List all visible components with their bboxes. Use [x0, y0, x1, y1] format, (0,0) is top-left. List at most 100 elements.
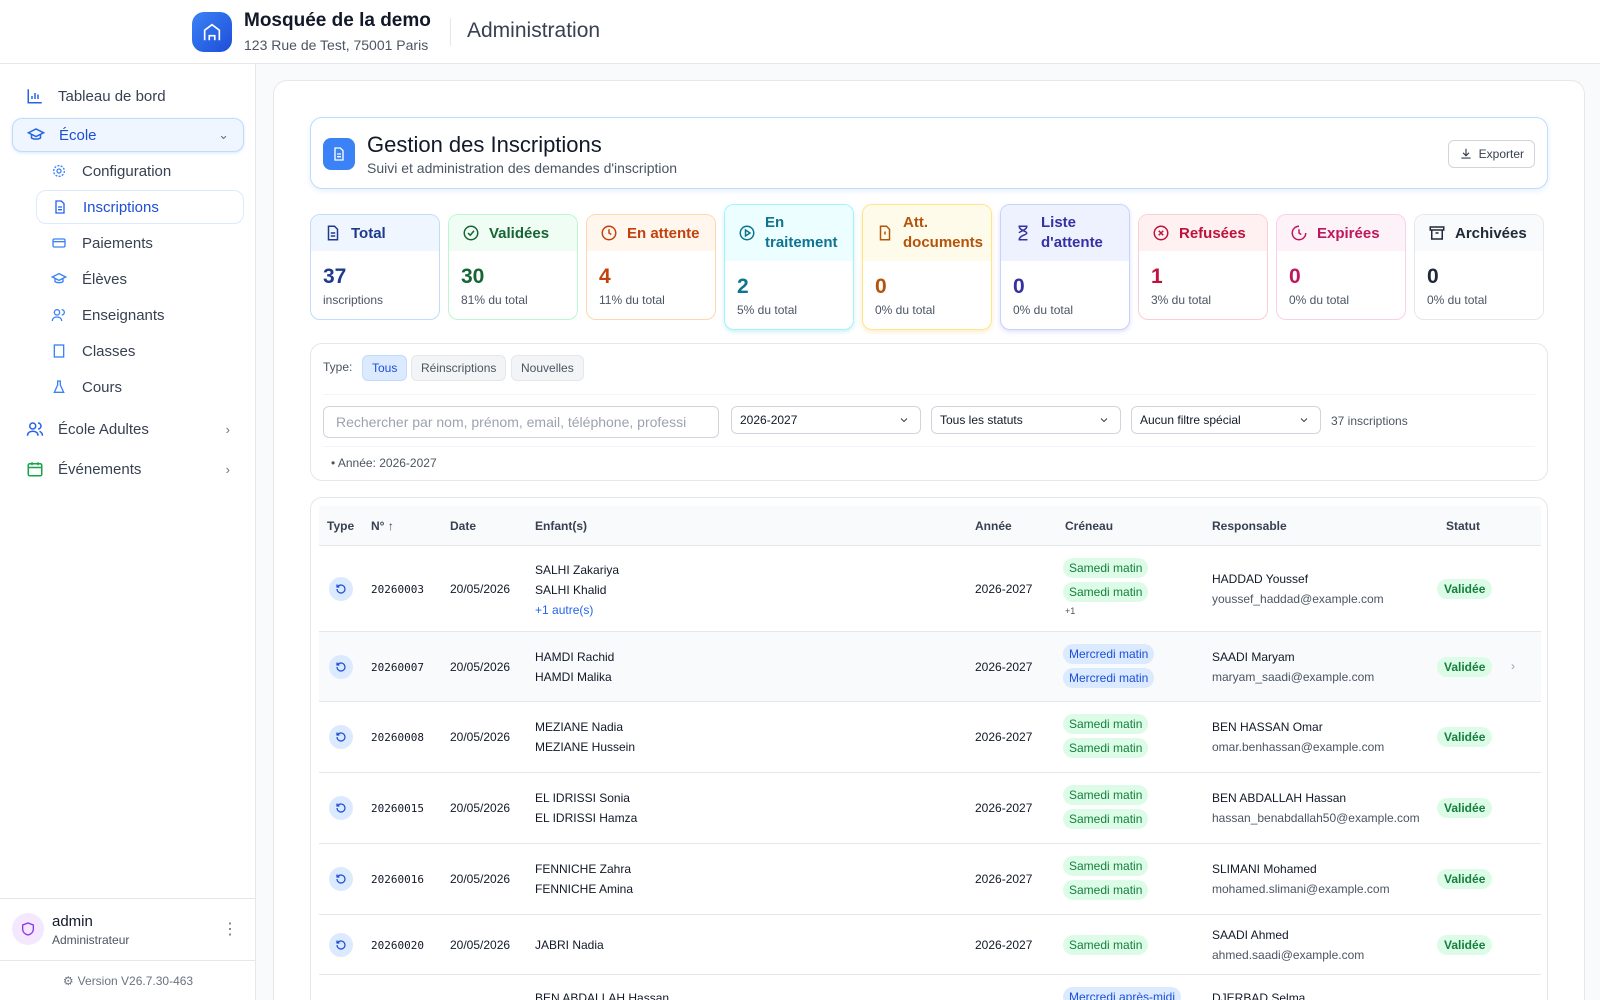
- stat-header: Liste d'attente: [1001, 205, 1129, 261]
- sidebar-item-label: Inscriptions: [83, 198, 159, 216]
- reinscription-icon: [329, 933, 353, 957]
- mosque-logo-icon[interactable]: [192, 12, 232, 52]
- stat-card-validees[interactable]: Validées 30 81% du total: [448, 214, 578, 320]
- sidebar-item-inscriptions[interactable]: Inscriptions: [36, 190, 244, 224]
- child-name: EL IDRISSI Hamza: [535, 811, 638, 825]
- version-text: Version V26.7.30-463: [77, 973, 194, 988]
- stat-card-en-attente[interactable]: En attente 4 11% du total: [586, 214, 716, 320]
- divider: [323, 394, 1535, 395]
- archive-icon: [1427, 223, 1447, 243]
- col-annee[interactable]: Année: [975, 519, 1012, 533]
- sidebar-item-dashboard[interactable]: Tableau de bord: [12, 79, 244, 113]
- org-address: 123 Rue de Test, 75001 Paris: [244, 37, 429, 53]
- slot-badge: Samedi matin: [1063, 558, 1149, 578]
- chevron-right-icon: ›: [225, 461, 230, 477]
- stat-card-archivees[interactable]: Archivées 0 0% du total: [1414, 214, 1544, 320]
- chevron-down-icon: ⌄: [218, 127, 229, 142]
- sidebar-item-eleves[interactable]: Élèves: [36, 262, 244, 296]
- user-panel[interactable]: admin Administrateur ⋮: [0, 898, 256, 960]
- stat-label: En attente: [627, 224, 700, 242]
- status-badge: Validée: [1437, 579, 1493, 599]
- year-select[interactable]: 2026-2027: [731, 406, 921, 434]
- clock-alert-icon: [1289, 223, 1309, 243]
- sidebar-item-classes[interactable]: Classes: [36, 334, 244, 368]
- reinscription-icon: [329, 796, 353, 820]
- col-type[interactable]: Type: [327, 519, 354, 533]
- type-chip-nouvelles[interactable]: Nouvelles: [511, 355, 584, 381]
- stat-label: Archivées: [1455, 224, 1527, 242]
- stat-label: Liste d'attente: [1041, 214, 1103, 251]
- status-select[interactable]: Tous les statuts: [931, 406, 1121, 434]
- sidebar-item-paiements[interactable]: Paiements: [36, 226, 244, 260]
- row-year: 2026-2027: [975, 582, 1033, 596]
- sidebar-item-configuration[interactable]: Configuration: [36, 154, 244, 188]
- stat-card-refusees[interactable]: Refusées 1 3% du total: [1138, 214, 1268, 320]
- chevron-right-icon: ›: [225, 421, 230, 437]
- stat-value: 2: [737, 275, 749, 298]
- row-year: 2026-2027: [975, 872, 1033, 886]
- section-title: Administration: [467, 19, 601, 42]
- gear-icon: [48, 160, 70, 182]
- col-date[interactable]: Date: [450, 519, 476, 533]
- bar-chart-icon: [24, 85, 46, 107]
- stat-card-liste-attente[interactable]: Liste d'attente 0 0% du total: [1000, 204, 1130, 330]
- shield-avatar-icon: [12, 913, 44, 945]
- stat-card-expirees[interactable]: Expirées 0 0% du total: [1276, 214, 1406, 320]
- more-children-link[interactable]: +1 autre(s): [535, 603, 593, 617]
- page-title: Gestion des Inscriptions: [367, 132, 602, 157]
- sidebar-item-cours[interactable]: Cours: [36, 370, 244, 404]
- top-header: Mosquée de la demo 123 Rue de Test, 7500…: [0, 0, 1600, 64]
- col-enfants[interactable]: Enfant(s): [535, 519, 587, 533]
- slot-more: +1: [1065, 606, 1076, 616]
- stat-sub: 0% du total: [1289, 293, 1350, 307]
- search-input[interactable]: Rechercher par nom, prénom, email, télép…: [323, 406, 719, 438]
- type-chip-reinscriptions[interactable]: Réinscriptions: [411, 355, 507, 381]
- resp-name: BEN HASSAN Omar: [1212, 720, 1323, 734]
- col-responsable[interactable]: Responsable: [1212, 519, 1287, 533]
- stat-header: Archivées: [1415, 215, 1543, 251]
- stat-sub: 0% du total: [1427, 293, 1488, 307]
- chevron-down-icon: [1100, 418, 1108, 423]
- table-row[interactable]: 20260007 20/05/2026 HAMDI Rachid HAMDI M…: [319, 632, 1541, 702]
- table-row[interactable]: 20260016 20/05/2026 FENNICHE Zahra FENNI…: [319, 844, 1541, 915]
- flask-icon: [48, 376, 70, 398]
- table-row[interactable]: 20260003 20/05/2026 SALHI Zakariya SALHI…: [319, 546, 1541, 632]
- table-row[interactable]: 20260020 20/05/2026 JABRI Nadia 2026-202…: [319, 915, 1541, 975]
- play-circle-icon: [737, 223, 757, 243]
- sidebar-item-label: Enseignants: [82, 306, 165, 324]
- sidebar-item-enseignants[interactable]: Enseignants: [36, 298, 244, 332]
- stat-card-en-traitement[interactable]: En traitement 2 5% du total: [724, 204, 854, 330]
- sidebar-item-ecole[interactable]: École ⌄: [12, 118, 244, 152]
- chevron-right-icon: ›: [1511, 659, 1515, 673]
- resp-name: DJERBAD Selma: [1212, 991, 1306, 1000]
- table-row[interactable]: 20260015 20/05/2026 EL IDRISSI Sonia EL …: [319, 773, 1541, 844]
- sidebar-item-label: École Adultes: [58, 420, 149, 438]
- header-divider: [450, 18, 451, 46]
- special-filter-select[interactable]: Aucun filtre spécial: [1131, 406, 1321, 434]
- sidebar-item-ecole-adultes[interactable]: École Adultes ›: [12, 412, 244, 446]
- resp-email: ahmed.saadi@example.com: [1212, 948, 1365, 962]
- export-button[interactable]: Exporter: [1447, 140, 1535, 168]
- col-numero[interactable]: N° ↑: [371, 519, 394, 533]
- stat-header: En attente: [587, 215, 715, 251]
- resp-email: omar.benhassan@example.com: [1212, 740, 1385, 754]
- row-number: 20260007: [371, 661, 424, 674]
- more-vertical-icon[interactable]: ⋮: [222, 919, 238, 939]
- table-row[interactable]: BEN ABDALLAH Hassan Mercredi après-midi …: [319, 975, 1541, 1000]
- download-icon: [1460, 148, 1471, 159]
- child-name: FENNICHE Amina: [535, 882, 634, 896]
- col-statut[interactable]: Statut: [1446, 519, 1480, 533]
- child-name: JABRI Nadia: [535, 938, 604, 952]
- slot-badge: Samedi matin: [1063, 785, 1149, 805]
- stat-label: Total: [351, 224, 386, 242]
- stat-card-total[interactable]: Total 37 inscriptions: [310, 214, 440, 320]
- graduation-cap-icon: [25, 124, 47, 146]
- col-creneau[interactable]: Créneau: [1065, 519, 1113, 533]
- stat-card-att-documents[interactable]: Att. documents 0 0% du total: [862, 204, 992, 330]
- table-row[interactable]: 20260008 20/05/2026 MEZIANE Nadia MEZIAN…: [319, 702, 1541, 773]
- sidebar-item-evenements[interactable]: Événements ›: [12, 452, 244, 486]
- type-chip-tous[interactable]: Tous: [362, 355, 408, 381]
- slot-badge: Samedi matin: [1063, 856, 1149, 876]
- slot-badge: Samedi matin: [1063, 809, 1149, 829]
- slot-badge: Samedi matin: [1063, 880, 1149, 900]
